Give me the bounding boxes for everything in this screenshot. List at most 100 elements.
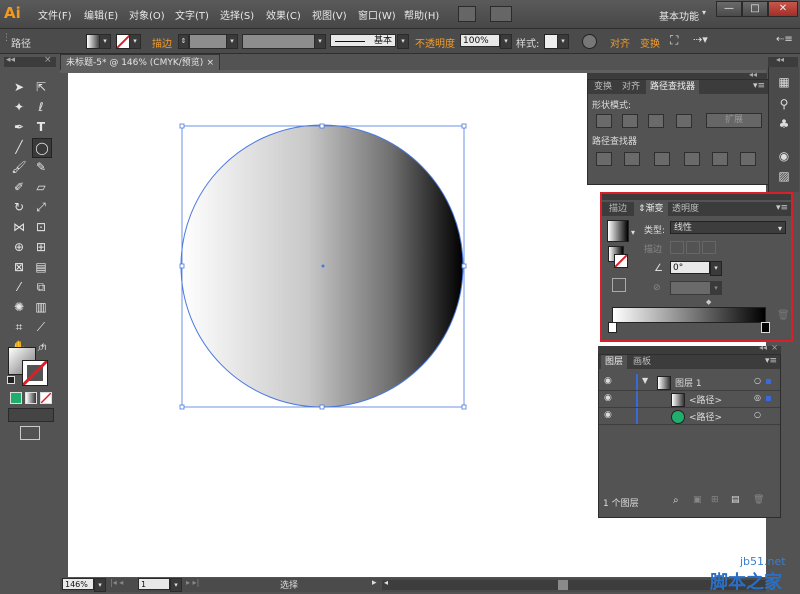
- crop-icon[interactable]: [684, 152, 700, 166]
- minimize-button[interactable]: —: [716, 1, 742, 17]
- close-button[interactable]: ✕: [768, 1, 798, 17]
- aspect-ratio-field[interactable]: [670, 281, 712, 295]
- graphic-styles-panel-icon[interactable]: ▨: [775, 167, 793, 185]
- tab-align[interactable]: 对齐: [618, 80, 644, 94]
- new-layer-icon[interactable]: ▤: [731, 495, 740, 505]
- make-clipping-mask-icon[interactable]: ▣: [693, 495, 702, 505]
- gradient-tool-icon[interactable]: ▤: [32, 258, 50, 276]
- target-icon[interactable]: ◎: [754, 393, 761, 402]
- intersect-icon[interactable]: [648, 114, 664, 128]
- layers-collapse-icon[interactable]: ◂◂: [759, 343, 767, 352]
- minus-back-icon[interactable]: [740, 152, 756, 166]
- workspace-switcher[interactable]: 基本功能: [659, 8, 699, 23]
- menu-view[interactable]: 视图(V): [312, 7, 347, 22]
- stroke-along-icon[interactable]: [686, 241, 700, 254]
- opacity-label[interactable]: 不透明度: [415, 35, 455, 50]
- right-dock-collapse-icon[interactable]: ◂◂: [776, 55, 784, 64]
- swap-fill-stroke-icon[interactable]: ↰: [40, 343, 48, 353]
- aspect-ratio-dropdown-icon[interactable]: ▾: [710, 281, 722, 295]
- fill-dropdown-icon[interactable]: ▾: [99, 34, 111, 49]
- document-tab[interactable]: 未标题-5* @ 146% (CMYK/预览) ×: [60, 54, 220, 70]
- menu-help[interactable]: 帮助(H): [404, 7, 439, 22]
- gradient-menu-icon[interactable]: ▾≡: [776, 203, 788, 213]
- artboard-dropdown-icon[interactable]: ▾: [170, 578, 182, 592]
- stroke-weight-field[interactable]: [189, 34, 227, 49]
- gradient-stop-black[interactable]: [761, 322, 770, 333]
- color-mode-icon[interactable]: [10, 392, 22, 404]
- eyedropper-tool-icon[interactable]: ⁄: [10, 278, 28, 296]
- color-panel-icon[interactable]: ▦: [775, 73, 793, 91]
- path-name[interactable]: <路径>: [689, 393, 722, 406]
- merge-icon[interactable]: [654, 152, 670, 166]
- workspace-chevron-icon[interactable]: ▾: [702, 8, 706, 17]
- next-artboard-icon[interactable]: ▸ ▸|: [186, 578, 199, 587]
- layer-name[interactable]: 图层 1: [675, 376, 702, 389]
- appearance-panel-icon[interactable]: ◉: [775, 147, 793, 165]
- align-link[interactable]: 对齐: [610, 35, 630, 50]
- opacity-field[interactable]: 100%: [460, 34, 500, 47]
- gradient-midpoint-icon[interactable]: ◆: [706, 298, 711, 306]
- angle-dropdown-icon[interactable]: ▾: [710, 261, 722, 276]
- unite-icon[interactable]: [596, 114, 612, 128]
- maximize-button[interactable]: □: [742, 1, 768, 17]
- paintbrush-tool-icon[interactable]: 🖌: [10, 158, 28, 176]
- stroke-weight-label[interactable]: 描边: [152, 35, 172, 50]
- tab-stroke[interactable]: 描边: [605, 202, 631, 216]
- menu-select[interactable]: 选择(S): [220, 7, 254, 22]
- divide-icon[interactable]: [596, 152, 612, 166]
- opacity-dropdown-icon[interactable]: ▾: [500, 34, 512, 49]
- zoom-field[interactable]: 146%: [62, 578, 94, 590]
- layer-row[interactable]: ◉ <路径> ○: [599, 408, 780, 425]
- gradient-slider[interactable]: [612, 307, 766, 323]
- selection-indicator[interactable]: [766, 379, 771, 384]
- gradient-mode-icon[interactable]: [25, 392, 37, 404]
- collapse-panel-icon[interactable]: ◂◂: [749, 70, 757, 79]
- ellipse-tool-icon[interactable]: ◯: [32, 138, 52, 158]
- brushes-panel-icon[interactable]: ⚲: [775, 95, 793, 113]
- layer-row[interactable]: ◉ <路径> ◎: [599, 391, 780, 408]
- scroll-thumb[interactable]: [558, 580, 568, 590]
- screen-mode-icon[interactable]: [20, 426, 40, 440]
- bridge-icon[interactable]: [458, 6, 476, 22]
- artboard-tool-icon[interactable]: ⌗: [10, 318, 28, 336]
- pencil-tool-icon[interactable]: ✎: [32, 158, 50, 176]
- recolor-artwork-icon[interactable]: [582, 34, 597, 49]
- scroll-left-icon[interactable]: ◂: [384, 578, 388, 587]
- new-sublayer-icon[interactable]: ⊞: [711, 495, 719, 505]
- scale-tool-icon[interactable]: ⤢: [32, 198, 50, 216]
- direct-selection-tool-icon[interactable]: ⇱: [32, 78, 50, 96]
- tab-transform[interactable]: 变换: [590, 80, 616, 94]
- control-panel-menu-icon[interactable]: ⇠≡: [776, 34, 793, 45]
- rotate-tool-icon[interactable]: ↻: [10, 198, 28, 216]
- brush-definition-field[interactable]: 基本: [330, 34, 396, 47]
- width-tool-icon[interactable]: ⋈: [10, 218, 28, 236]
- pen-tool-icon[interactable]: ✒: [10, 118, 28, 136]
- pathfinder-menu-icon[interactable]: ▾≡: [753, 81, 765, 91]
- stroke-dropdown-icon[interactable]: ▾: [129, 34, 141, 49]
- layers-close-icon[interactable]: ×: [771, 343, 778, 352]
- magic-wand-tool-icon[interactable]: ✦: [10, 98, 28, 116]
- eraser-tool-icon[interactable]: ▱: [32, 178, 50, 196]
- menu-edit[interactable]: 编辑(E): [84, 7, 118, 22]
- column-graph-tool-icon[interactable]: ▥: [32, 298, 50, 316]
- selection-tool-icon[interactable]: ➤: [10, 78, 28, 96]
- shape-builder-tool-icon[interactable]: ⊕: [10, 238, 28, 256]
- stroke-across-icon[interactable]: [702, 241, 716, 254]
- gradient-type-select[interactable]: 线性 ▾: [670, 221, 786, 234]
- expand-layer-icon[interactable]: ▼: [642, 376, 648, 385]
- isolate-icon[interactable]: ⛶: [670, 33, 678, 48]
- tab-pathfinder[interactable]: 路径查找器: [646, 80, 700, 94]
- menu-effect[interactable]: 效果(C): [266, 7, 301, 22]
- tab-transparency[interactable]: 透明度: [668, 202, 703, 216]
- variable-width-profile[interactable]: [242, 34, 316, 49]
- style-dropdown-icon[interactable]: ▾: [557, 34, 569, 49]
- type-tool-icon[interactable]: T: [32, 118, 50, 136]
- trim-icon[interactable]: [624, 152, 640, 166]
- variable-width-dropdown-icon[interactable]: ▾: [314, 34, 326, 49]
- gradient-stroke-icon[interactable]: [614, 254, 628, 268]
- tab-layers[interactable]: 图层: [601, 355, 628, 369]
- status-menu-icon[interactable]: ▸: [372, 578, 377, 588]
- menu-type[interactable]: 文字(T): [175, 7, 209, 22]
- locate-object-icon[interactable]: ⌕: [673, 495, 679, 506]
- menu-object[interactable]: 对象(O): [129, 7, 165, 22]
